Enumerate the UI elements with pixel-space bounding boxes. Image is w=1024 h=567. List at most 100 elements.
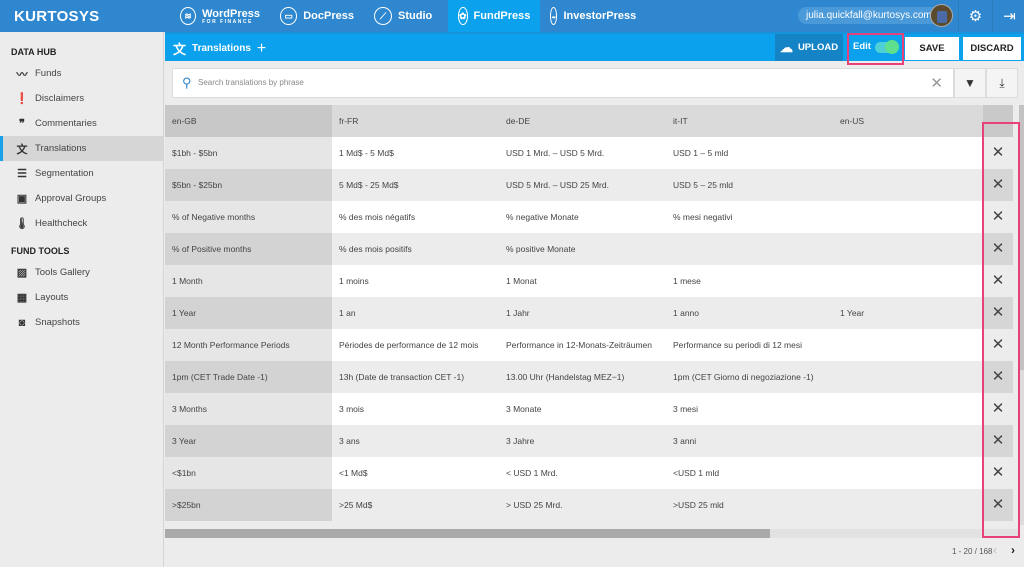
translation-cell-it-it[interactable]: 3 anni: [666, 425, 833, 457]
translation-cell-fr-fr[interactable]: 13h (Date de transaction CET -1): [332, 361, 499, 393]
translation-cell-de-de[interactable]: USD 1 Mrd. – USD 5 Mrd.: [499, 137, 666, 169]
translation-cell-fr-fr[interactable]: >25 Md$: [332, 489, 499, 521]
translation-cell-en-us[interactable]: [833, 137, 983, 169]
translation-cell-it-it[interactable]: 1pm (CET Giorno di negoziazione -1): [666, 361, 833, 393]
translation-cell-fr-fr[interactable]: % des mois négatifs: [332, 201, 499, 233]
translation-cell-en-us[interactable]: [833, 329, 983, 361]
app-tab-wordpress[interactable]: ≋ WordPress FOR FINANCE: [170, 0, 270, 32]
translation-cell-de-de[interactable]: % negative Monate: [499, 201, 666, 233]
add-translation-icon[interactable]: +: [257, 40, 266, 58]
translation-cell-en-us[interactable]: [833, 457, 983, 489]
translation-cell-en-gb[interactable]: 1 Year: [165, 297, 332, 329]
translation-cell-fr-fr[interactable]: Périodes de performance de 12 mois: [332, 329, 499, 361]
translation-cell-de-de[interactable]: 3 Monate: [499, 393, 666, 425]
sidebar-item-snapshots[interactable]: ◙ Snapshots: [0, 310, 163, 335]
translation-cell-en-us[interactable]: [833, 265, 983, 297]
translation-cell-it-it[interactable]: [666, 233, 833, 265]
quote-icon: ❞: [19, 118, 25, 130]
translation-cell-it-it[interactable]: <USD 1 mld: [666, 457, 833, 489]
translation-cell-it-it[interactable]: USD 1 – 5 mld: [666, 137, 833, 169]
translation-cell-en-us[interactable]: [833, 233, 983, 265]
translation-cell-de-de[interactable]: USD 5 Mrd. – USD 25 Mrd.: [499, 169, 666, 201]
sidebar-item-funds[interactable]: 〰 Funds: [0, 61, 163, 86]
avatar[interactable]: [930, 4, 953, 27]
translation-cell-fr-fr[interactable]: % des mois positifs: [332, 233, 499, 265]
translation-cell-de-de[interactable]: 1 Jahr: [499, 297, 666, 329]
search-input[interactable]: ⚲ Search translations by phrase ✕: [172, 68, 954, 98]
translation-cell-en-gb[interactable]: $5bn - $25bn: [165, 169, 332, 201]
translation-cell-en-gb[interactable]: 1 Month: [165, 265, 332, 297]
column-header-it-it[interactable]: it-IT: [666, 105, 833, 137]
app-tab-docpress[interactable]: ▭ DocPress: [270, 0, 364, 32]
translation-cell-en-us[interactable]: [833, 393, 983, 425]
translation-cell-en-gb[interactable]: <$1bn: [165, 457, 332, 489]
scrollbar-thumb[interactable]: [165, 529, 770, 538]
translation-cell-de-de[interactable]: % positive Monate: [499, 233, 666, 265]
translation-cell-en-gb[interactable]: >$25bn: [165, 489, 332, 521]
translation-cell-en-gb[interactable]: 12 Month Performance Periods: [165, 329, 332, 361]
translation-cell-en-gb[interactable]: % of Negative months: [165, 201, 332, 233]
download-button[interactable]: ⤓: [986, 68, 1018, 98]
user-email-pill[interactable]: julia.quickfall@kurtosys.com: [798, 7, 942, 24]
translation-cell-en-gb[interactable]: % of Positive months: [165, 233, 332, 265]
sidebar-item-approval-groups[interactable]: ▣ Approval Groups: [0, 186, 163, 211]
translation-cell-fr-fr[interactable]: <1 Md$: [332, 457, 499, 489]
translation-cell-de-de[interactable]: < USD 1 Mrd.: [499, 457, 666, 489]
translation-cell-en-us[interactable]: 1 Year: [833, 297, 983, 329]
kurtosys-logo[interactable]: KURTOSYS: [14, 8, 99, 25]
filter-button[interactable]: ▼: [954, 68, 986, 98]
sidebar-item-healthcheck[interactable]: 🌡 Healthcheck: [0, 211, 163, 236]
translation-cell-it-it[interactable]: USD 5 – 25 mld: [666, 169, 833, 201]
prev-page-icon[interactable]: ‹: [993, 543, 997, 557]
translation-cell-de-de[interactable]: 3 Jahre: [499, 425, 666, 457]
app-tab-investorpress[interactable]: ◒ InvestorPress: [540, 0, 640, 32]
sidebar-item-translations[interactable]: 文 Translations: [0, 136, 163, 161]
translation-cell-fr-fr[interactable]: 3 mois: [332, 393, 499, 425]
pagination-label: 1 - 20 / 168: [952, 547, 993, 556]
translation-cell-en-us[interactable]: [833, 169, 983, 201]
sidebar-item-disclaimers[interactable]: ❗ Disclaimers: [0, 86, 163, 111]
translation-cell-it-it[interactable]: >USD 25 mld: [666, 489, 833, 521]
sidebar-item-commentaries[interactable]: ❞ Commentaries: [0, 111, 163, 136]
translation-cell-en-us[interactable]: [833, 361, 983, 393]
comment-alert-icon: ❗: [15, 93, 29, 105]
sidebar-item-tools-gallery[interactable]: ▨ Tools Gallery: [0, 260, 163, 285]
column-header-en-gb[interactable]: en-GB: [165, 105, 332, 137]
translation-cell-fr-fr[interactable]: 1 an: [332, 297, 499, 329]
column-header-de-de[interactable]: de-DE: [499, 105, 666, 137]
column-header-fr-fr[interactable]: fr-FR: [332, 105, 499, 137]
translation-cell-de-de[interactable]: 1 Monat: [499, 265, 666, 297]
sidebar-item-segmentation[interactable]: ☰ Segmentation: [0, 161, 163, 186]
horizontal-scrollbar[interactable]: [165, 529, 1019, 538]
translation-cell-en-gb[interactable]: $1bh - $5bn: [165, 137, 332, 169]
clear-search-icon[interactable]: ✕: [930, 74, 943, 92]
next-page-icon[interactable]: ›: [1011, 543, 1015, 557]
logout-icon[interactable]: ⇥: [992, 0, 1024, 32]
translation-cell-en-gb[interactable]: 1pm (CET Trade Date -1): [165, 361, 332, 393]
translation-cell-it-it[interactable]: Performance su periodi di 12 mesi: [666, 329, 833, 361]
translation-cell-de-de[interactable]: > USD 25 Mrd.: [499, 489, 666, 521]
upload-button[interactable]: ☁ UPLOAD: [775, 34, 843, 61]
translation-cell-it-it[interactable]: 1 anno: [666, 297, 833, 329]
translation-cell-en-us[interactable]: [833, 489, 983, 521]
save-button[interactable]: SAVE: [905, 37, 959, 60]
column-header-en-us[interactable]: en-US: [833, 105, 983, 137]
translation-cell-fr-fr[interactable]: 3 ans: [332, 425, 499, 457]
translation-cell-fr-fr[interactable]: 5 Md$ - 25 Md$: [332, 169, 499, 201]
translation-cell-it-it[interactable]: 1 mese: [666, 265, 833, 297]
sidebar-item-layouts[interactable]: ▦ Layouts: [0, 285, 163, 310]
translation-cell-it-it[interactable]: 3 mesi: [666, 393, 833, 425]
translation-cell-en-gb[interactable]: 3 Year: [165, 425, 332, 457]
app-tab-fundpress[interactable]: ✿ FundPress: [448, 0, 540, 32]
translation-cell-fr-fr[interactable]: 1 moins: [332, 265, 499, 297]
translation-cell-en-us[interactable]: [833, 201, 983, 233]
translation-cell-en-gb[interactable]: 3 Months: [165, 393, 332, 425]
app-tab-studio[interactable]: ⟋ Studio: [364, 0, 448, 32]
translation-cell-en-us[interactable]: [833, 425, 983, 457]
settings-icon[interactable]: ⚙: [958, 0, 992, 32]
translation-cell-it-it[interactable]: % mesi negativi: [666, 201, 833, 233]
translation-cell-de-de[interactable]: Performance in 12-Monats-Zeiträumen: [499, 329, 666, 361]
translation-cell-de-de[interactable]: 13.00 Uhr (Handelstag MEZ−1): [499, 361, 666, 393]
discard-button[interactable]: DISCARD: [963, 37, 1021, 60]
translation-cell-fr-fr[interactable]: 1 Md$ - 5 Md$: [332, 137, 499, 169]
